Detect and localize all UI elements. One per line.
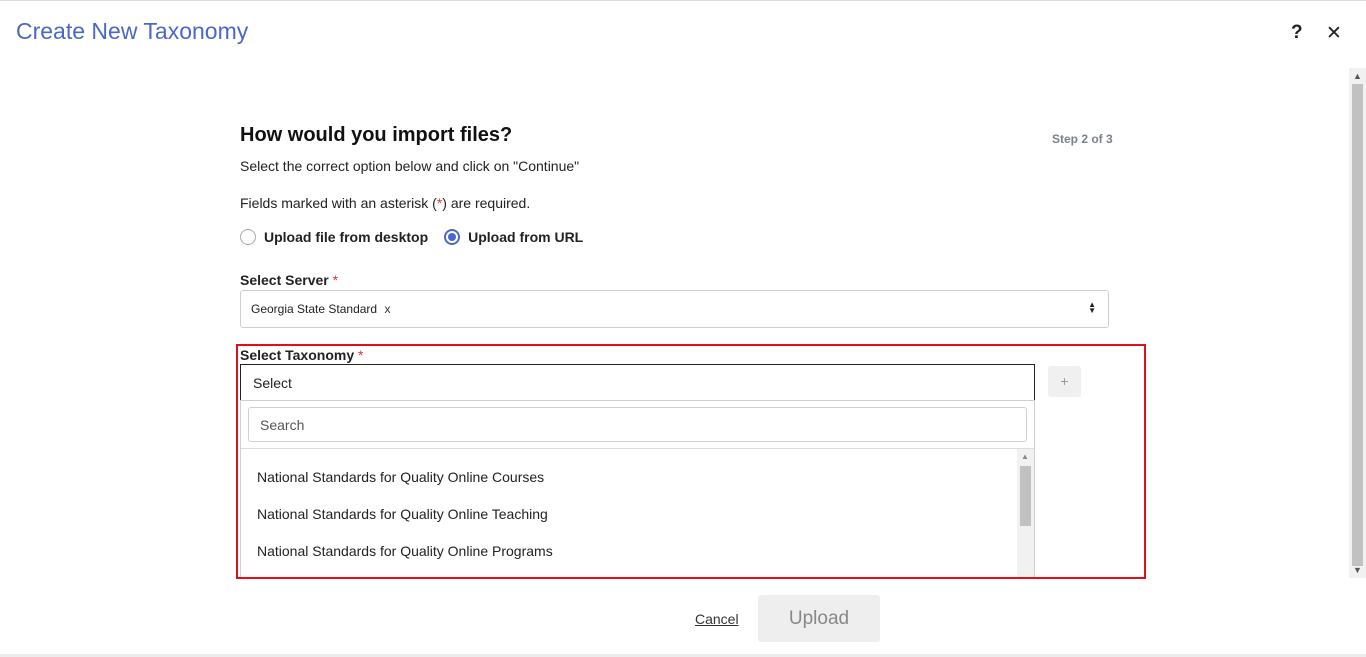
close-button[interactable]: ✕ (1326, 22, 1342, 45)
radio-upload-desktop[interactable]: Upload file from desktop (240, 229, 428, 245)
scroll-up-icon[interactable]: ▲ (1353, 71, 1362, 81)
taxonomy-option[interactable]: National Standards for Quality Online Pr… (241, 533, 1017, 570)
page-scrollbar-thumb[interactable] (1352, 84, 1363, 566)
taxonomy-option[interactable]: National Standards for Quality Online Co… (241, 459, 1017, 496)
help-button[interactable]: ? (1291, 22, 1303, 44)
required-note: Fields marked with an asterisk (*) are r… (240, 195, 530, 211)
form-title: How would you import files? (240, 124, 513, 146)
upload-method-radio-group: Upload file from desktop Upload from URL (240, 229, 599, 245)
radio-unchecked-icon[interactable] (240, 229, 256, 245)
taxonomy-option[interactable]: National Standards for Quality Online Te… (241, 496, 1017, 533)
cancel-link[interactable]: Cancel (695, 611, 739, 627)
dropdown-scrollbar-thumb[interactable] (1020, 466, 1031, 526)
server-label-text: Select Server (240, 272, 329, 288)
taxonomy-label: Select Taxonomy * (240, 347, 363, 363)
taxonomy-select-value: Select (253, 375, 292, 391)
server-chip-value: Georgia State Standard (251, 302, 378, 316)
server-label: Select Server * (240, 272, 338, 288)
server-required-asterisk: * (332, 272, 339, 288)
taxonomy-options-list: National Standards for Quality Online Co… (241, 449, 1017, 570)
remove-chip-icon[interactable]: x (384, 302, 390, 316)
taxonomy-select[interactable]: Select (240, 364, 1035, 401)
dropdown-scrollbar[interactable]: ▲ (1017, 449, 1034, 577)
taxonomy-required-asterisk: * (358, 347, 364, 363)
taxonomy-label-text: Select Taxonomy (240, 347, 355, 363)
taxonomy-search-input[interactable] (248, 407, 1027, 442)
required-note-suffix: ) are required. (442, 195, 531, 211)
add-taxonomy-button[interactable]: + (1048, 366, 1081, 397)
page-scrollbar[interactable]: ▲ ▼ (1349, 68, 1366, 578)
upload-button[interactable]: Upload (758, 595, 880, 642)
radio-upload-desktop-label: Upload file from desktop (264, 229, 429, 245)
required-note-prefix: Fields marked with an asterisk ( (240, 195, 437, 211)
dropdown-scroll-up-icon[interactable]: ▲ (1021, 452, 1029, 461)
top-border (0, 0, 1366, 1)
server-select[interactable]: Georgia State Standard x ▲ ▼ (240, 290, 1109, 328)
radio-upload-url[interactable]: Upload from URL (444, 229, 583, 245)
form-subtitle: Select the correct option below and clic… (240, 158, 580, 174)
scroll-down-icon[interactable]: ▼ (1353, 565, 1362, 575)
server-chip: Georgia State Standard x (251, 302, 390, 316)
radio-upload-url-label: Upload from URL (468, 229, 584, 245)
step-indicator: Step 2 of 3 (1052, 132, 1113, 146)
taxonomy-dropdown: National Standards for Quality Online Co… (240, 400, 1035, 577)
page-title: Create New Taxonomy (16, 18, 249, 44)
radio-checked-icon[interactable] (444, 229, 461, 245)
select-sort-icon[interactable]: ▲ ▼ (1088, 301, 1096, 315)
